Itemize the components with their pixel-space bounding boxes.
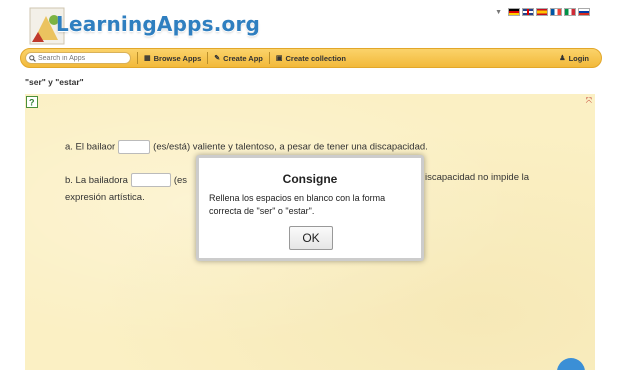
caret-down-icon[interactable]: ▼ (495, 9, 502, 16)
fullscreen-icon[interactable]: ⤧ (586, 96, 592, 106)
user-icon: ♟ (559, 55, 566, 62)
logo-text: LearningApps.org (56, 12, 261, 36)
create-collection-label: Create collection (285, 53, 346, 63)
flag-de-icon[interactable] (508, 8, 520, 16)
site-logo[interactable]: LearningApps.org (28, 2, 260, 48)
help-icon[interactable]: ? (26, 96, 38, 108)
language-selector[interactable]: ▼ (495, 8, 590, 16)
browse-apps-label: Browse Apps (153, 53, 202, 63)
collection-icon: ▣ (275, 55, 283, 62)
login-label: Login (568, 53, 589, 63)
search-input[interactable] (38, 54, 128, 62)
create-app-link[interactable]: ✎ Create App (214, 54, 263, 63)
sentence-b-prefix: b. La bailadora (65, 175, 128, 186)
flag-es-icon[interactable] (536, 8, 548, 16)
main-navbar: ▦ Browse Apps ✎ Create App ▣ Create coll… (20, 48, 602, 68)
gap-input-b[interactable] (130, 173, 171, 188)
search-icon (29, 54, 36, 62)
create-collection-link[interactable]: ▣ Create collection (276, 54, 346, 63)
ok-button[interactable]: OK (289, 226, 333, 250)
sentence-a-prefix: a. El bailaor (65, 141, 116, 153)
sentence-b-line2: expresión artística. (65, 192, 145, 203)
search-box[interactable] (25, 52, 131, 64)
flag-gb-icon[interactable] (522, 8, 534, 16)
learningapps-page: LearningApps.org ▼ ▦ Browse Apps ✎ Creat… (0, 0, 620, 370)
flag-fr-icon[interactable] (550, 8, 562, 16)
instructions-dialog: Consigne Rellena los espacios en blanco … (196, 155, 424, 261)
svg-text:?: ? (29, 98, 35, 108)
grid-icon: ▦ (144, 55, 151, 62)
nav-divider (207, 52, 209, 64)
sentence-b-tail: iscapacidad no impide la (425, 172, 530, 183)
gap-input-a[interactable] (118, 140, 151, 154)
sentence-a-suffix: (es/está) valiente y talentoso, a pesar … (153, 141, 428, 153)
page-title: "ser" y "estar" (25, 77, 84, 87)
browse-apps-link[interactable]: ▦ Browse Apps (144, 54, 201, 63)
nav-divider (268, 52, 270, 64)
dialog-text: Rellena los espacios en blanco con la fo… (209, 193, 386, 216)
sentence-a: a. El bailaor (es/está) valiente y talent… (65, 140, 428, 154)
pencil-icon: ✎ (214, 55, 221, 62)
login-link[interactable]: ♟ Login (559, 54, 589, 63)
nav-divider (137, 52, 138, 64)
sentence-b-partial: (es (173, 175, 188, 186)
flag-ru-icon[interactable] (578, 8, 590, 16)
create-app-label: Create App (223, 53, 263, 63)
flag-it-icon[interactable] (564, 8, 576, 16)
dialog-title: Consigne (282, 172, 338, 186)
